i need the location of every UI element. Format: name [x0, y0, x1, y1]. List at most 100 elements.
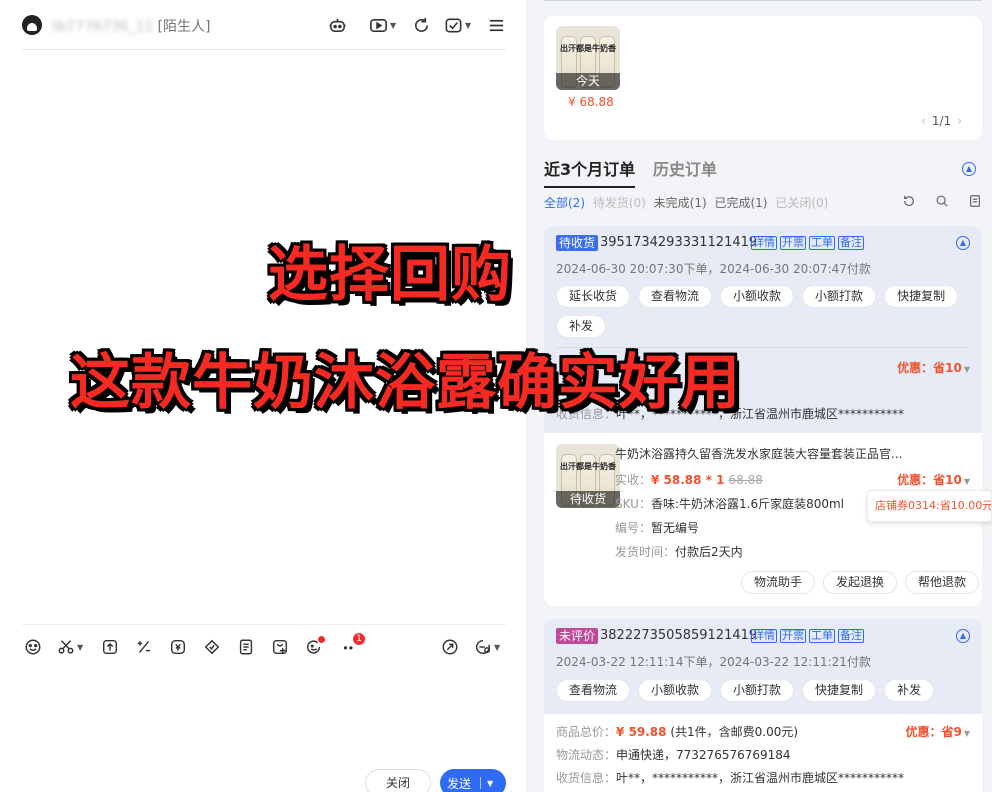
small-collect-button[interactable]: 小额收款 — [638, 679, 713, 702]
extend-receipt-button[interactable]: 延长收货 — [556, 285, 631, 308]
percent-icon[interactable] — [135, 637, 153, 657]
scissors-icon[interactable]: ▼ — [57, 637, 83, 657]
avatar[interactable] — [22, 15, 42, 35]
overlay-caption-line2: 这款牛奶沐浴露确实好用 — [70, 348, 741, 418]
order-id[interactable]: 3951734293331121419 — [600, 235, 757, 250]
goods-paid: 实收：¥ 58.88 * 1 68.88 — [615, 473, 763, 487]
notes-icon[interactable] — [968, 194, 984, 210]
chat-header: tb7776736_11 [陌生人] ▼ ▼ — [22, 10, 506, 50]
status-badge: 待收货 — [556, 235, 599, 251]
refresh-icon[interactable] — [412, 13, 431, 37]
chevron-down-icon: ▼ — [963, 477, 970, 486]
video-icon[interactable]: ▼ — [369, 13, 396, 37]
task-check-icon[interactable]: ▼ — [444, 13, 471, 37]
logistics-info: 物流动态：申通快递，773276576769184 — [556, 748, 791, 762]
small-pay-button[interactable]: 小额打款 — [802, 285, 877, 308]
order-actions: 延长收货 查看物流 小额收款 小额打款 快捷复制 补发 — [556, 285, 976, 338]
more-dots-icon[interactable]: 1 — [341, 633, 365, 657]
order-invoice-link[interactable]: 开票 — [780, 236, 806, 250]
chevron-down-icon: ▼ — [77, 642, 84, 652]
upload-file-icon[interactable] — [101, 637, 119, 657]
goods-thumbnail[interactable]: 出汗都是牛奶香 待收货 — [556, 444, 620, 508]
filter-unfinished[interactable]: 未完成(1) — [654, 196, 707, 210]
goods-discount[interactable]: 优惠：省10 ▼ — [897, 471, 970, 488]
coupon-tooltip: 店铺券0314:省10.00元 — [867, 490, 992, 522]
product-image-text: 出汗都是牛奶香 — [560, 462, 616, 471]
recent-viewed-card: 出汗都是牛奶香 今天 ¥ 68.88 ‹ 1/1 › — [544, 16, 982, 140]
view-logistics-button[interactable]: 查看物流 — [638, 285, 713, 308]
chevron-down-icon[interactable]: ▼ — [487, 779, 493, 788]
goods-ship-time: 发货时间：付款后2天内 — [615, 545, 743, 559]
quick-copy-button[interactable]: 快捷复制 — [802, 679, 877, 702]
collapse-icon[interactable]: ▲ — [956, 236, 970, 250]
order-discount[interactable]: 优惠：省9 ▼ — [905, 723, 970, 740]
goods-code: 编号：暂无编号 — [615, 521, 700, 535]
tab-recent-orders[interactable]: 近3个月订单 — [544, 156, 636, 188]
reship-button[interactable]: 补发 — [884, 679, 935, 702]
collapse-icon[interactable]: ▲ — [962, 162, 976, 176]
chat-user-name: tb7776736_11 [陌生人] — [52, 16, 210, 36]
robot-icon[interactable] — [328, 13, 347, 37]
logistics-helper-button[interactable]: 物流助手 — [741, 571, 816, 594]
send-label: 发送 — [447, 776, 472, 791]
status-badge: 未评价 — [556, 628, 599, 644]
chevron-down-icon: ▼ — [963, 729, 970, 738]
order-total: 商品总价：¥ 59.88 (共1件，含邮费0.00元) — [556, 725, 799, 739]
order-note-link[interactable]: 备注 — [838, 629, 864, 643]
collapse-icon[interactable]: ▲ — [956, 629, 970, 643]
chevron-left-icon[interactable]: ‹ — [921, 114, 926, 128]
chevron-down-icon: ▼ — [390, 20, 397, 30]
filter-all[interactable]: 全部(2) — [544, 196, 585, 210]
chevron-down-icon: ▼ — [963, 365, 970, 374]
filter-to-ship[interactable]: 待发货(0) — [593, 196, 646, 210]
goods-title[interactable]: 牛奶沐浴露持久留香洗发水家庭装大容量套装正品官... — [615, 445, 902, 462]
order-detail-link[interactable]: 详情 — [751, 629, 777, 643]
order-detail-link[interactable]: 详情 — [751, 236, 777, 250]
notification-dot — [318, 636, 325, 643]
filter-closed[interactable]: 已关闭(0) — [775, 196, 828, 210]
product-add-icon[interactable] — [271, 637, 289, 657]
small-collect-button[interactable]: 小额收款 — [720, 285, 795, 308]
service-smile-icon[interactable] — [305, 636, 325, 657]
stranger-tag: [陌生人] — [157, 19, 211, 35]
order-ticket-link[interactable]: 工单 — [809, 629, 835, 643]
order-header: 未评价 3822273505859121419 详情 开票 工单 备注 ▲ 20… — [544, 619, 982, 714]
close-button[interactable]: 关闭 — [365, 769, 431, 792]
divider — [480, 777, 481, 789]
order-note-link[interactable]: 备注 — [838, 236, 864, 250]
order-invoice-link[interactable]: 开票 — [780, 629, 806, 643]
filter-finished[interactable]: 已完成(1) — [714, 196, 767, 210]
menu-icon[interactable] — [487, 13, 506, 37]
tab-history-orders[interactable]: 历史订单 — [653, 156, 717, 180]
emoji-icon[interactable] — [24, 637, 42, 657]
search-icon[interactable] — [935, 194, 951, 210]
chevron-down-icon: ▼ — [465, 20, 472, 30]
more-badge: 1 — [353, 633, 365, 645]
quick-copy-button[interactable]: 快捷复制 — [884, 285, 959, 308]
chevron-down-icon: ▼ — [494, 642, 501, 652]
chevron-right-icon[interactable]: › — [957, 114, 962, 128]
order-ticket-link[interactable]: 工单 — [809, 236, 835, 250]
refund-button[interactable]: 帮他退款 — [905, 571, 980, 594]
order-links: 详情 开票 工单 备注 — [751, 629, 864, 643]
send-button[interactable]: 发送 ▼ — [440, 769, 506, 792]
money-transfer-icon[interactable] — [169, 637, 187, 657]
reset-icon[interactable] — [902, 194, 918, 210]
chat-settings-icon[interactable]: ▼ — [474, 637, 500, 657]
order-card-icon[interactable] — [237, 637, 255, 657]
order-discount[interactable]: 优惠：省10 ▼ — [897, 359, 970, 376]
order-id[interactable]: 3822273505859121419 — [600, 628, 757, 643]
viewed-today-tag: 今天 — [556, 73, 620, 90]
order-time: 2024-03-22 12:11:14下单，2024-03-22 12:11:2… — [556, 655, 871, 669]
view-logistics-button[interactable]: 查看物流 — [556, 679, 631, 702]
product-thumbnail[interactable]: 出汗都是牛奶香 今天 — [556, 26, 620, 90]
coupon-icon[interactable] — [203, 637, 221, 657]
quick-reply-icon[interactable] — [441, 637, 459, 657]
order-card: 未评价 3822273505859121419 详情 开票 工单 备注 ▲ 20… — [544, 619, 982, 792]
order-links: 详情 开票 工单 备注 — [751, 236, 864, 250]
return-exchange-button[interactable]: 发起退换 — [823, 571, 898, 594]
order-actions: 查看物流 小额收款 小额打款 快捷复制 补发 — [556, 679, 976, 702]
order-tabs: 近3个月订单 历史订单 ▲ — [544, 152, 982, 188]
input-toolbar: ▼ 1 ▼ — [22, 624, 506, 668]
small-pay-button[interactable]: 小额打款 — [720, 679, 795, 702]
